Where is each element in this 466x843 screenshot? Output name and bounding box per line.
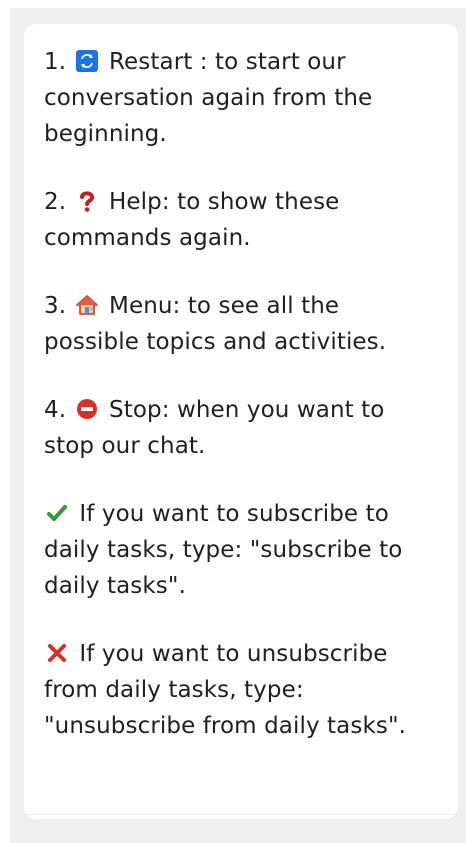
list-number: 4.	[44, 397, 67, 423]
house-icon	[75, 294, 98, 316]
instruction-text: If you want to subscribe to daily tasks,…	[44, 501, 403, 599]
message-bubble: 1. Restart : to start our conversation a…	[24, 24, 458, 819]
question-mark-icon	[76, 190, 98, 212]
restart-icon	[75, 50, 98, 72]
list-number: 1.	[44, 49, 67, 75]
command-restart: 1. Restart : to start our conversation a…	[44, 44, 440, 152]
instruction-text: If you want to unsubscribe from daily ta…	[44, 641, 407, 739]
no-entry-icon	[76, 398, 98, 420]
cross-mark-icon	[46, 642, 68, 664]
divider	[24, 814, 458, 815]
command-help: 2. Help: to show these commands again.	[44, 184, 440, 256]
command-menu: 3. Menu: to see all the possible topics …	[44, 288, 440, 360]
list-number: 3.	[44, 293, 67, 319]
unsubscribe-instructions: If you want to unsubscribe from daily ta…	[44, 636, 440, 744]
subscribe-instructions: If you want to subscribe to daily tasks,…	[44, 496, 440, 604]
command-stop: 4. Stop: when you want to stop our chat.	[44, 392, 440, 464]
check-mark-icon	[46, 502, 68, 524]
list-number: 2.	[44, 189, 67, 215]
